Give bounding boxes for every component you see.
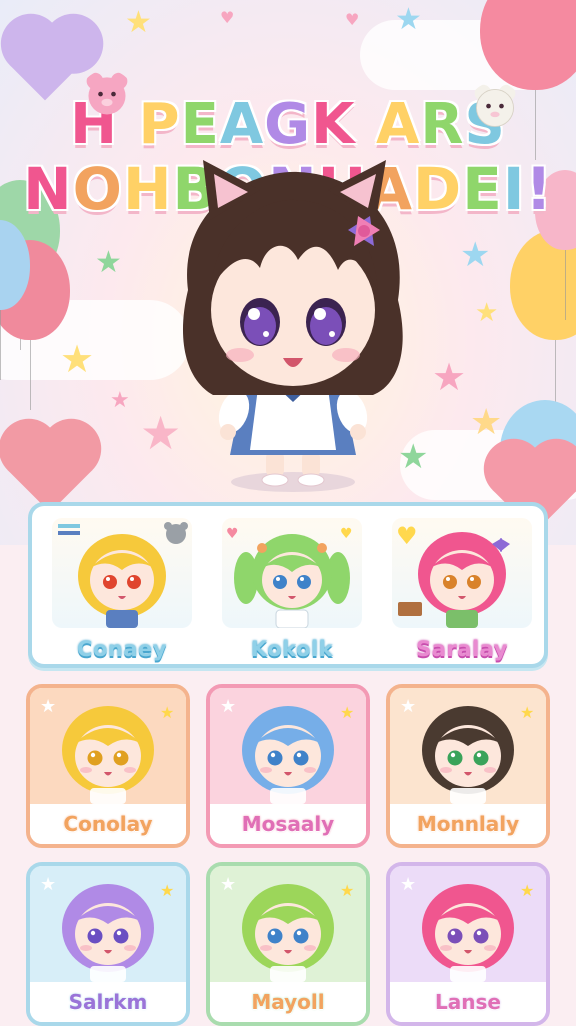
character-face: ★ ★ bbox=[220, 874, 354, 982]
character-slot[interactable]: Conaey bbox=[42, 516, 202, 661]
character-name: Salrkm bbox=[30, 982, 186, 1022]
character-name: Saralay bbox=[416, 637, 508, 661]
star-icon: ★ bbox=[60, 337, 95, 381]
character-card[interactable]: ★ ★ Mayoll bbox=[206, 862, 370, 1026]
star-icon: ★ bbox=[475, 298, 499, 328]
character-name: Kokolk bbox=[250, 637, 334, 661]
svg-text:★: ★ bbox=[520, 703, 534, 722]
star-icon: ★ bbox=[395, 2, 422, 37]
character-face: ★ ★ bbox=[40, 696, 174, 804]
character-face: ♥ ♥ bbox=[226, 526, 353, 628]
svg-text:♥: ♥ bbox=[226, 526, 239, 542]
character-portrait: ★ ★ bbox=[210, 866, 366, 982]
star-icon: ★ bbox=[460, 235, 491, 275]
character-name: Conaey bbox=[77, 637, 167, 661]
character-card[interactable]: ★ ★ Lanse bbox=[386, 862, 550, 1026]
character-face bbox=[58, 522, 188, 628]
character-name: Conolay bbox=[30, 804, 186, 844]
heart-balloon-icon bbox=[7, 427, 93, 513]
character-slot[interactable]: ♥ ♥ Kokolk bbox=[212, 516, 372, 661]
character-name: Monnlaly bbox=[390, 804, 546, 844]
character-name: Mosaaly bbox=[210, 804, 366, 844]
character-portrait: ★ ★ bbox=[390, 688, 546, 804]
hero-banner: ★ ★ ♥ ♥ ★ ★ ★ ★ ★ ★ ★ ★ ★ H PEAGK ARS NO… bbox=[0, 0, 576, 545]
star-icon: ★ bbox=[125, 5, 152, 40]
character-card[interactable]: ★ ★ Conolay bbox=[26, 684, 190, 848]
character-portrait: ★ ★ bbox=[30, 688, 186, 804]
star-icon: ★ bbox=[470, 402, 503, 443]
heart-icon: ♥ bbox=[220, 8, 235, 27]
character-card[interactable]: ★ ★ Mosaaly bbox=[206, 684, 370, 848]
svg-text:★: ★ bbox=[220, 874, 236, 895]
svg-text:★: ★ bbox=[340, 703, 354, 722]
svg-text:★: ★ bbox=[220, 696, 236, 717]
character-name: Mayoll bbox=[210, 982, 366, 1022]
character-card[interactable]: ★ ★ Salrkm bbox=[26, 862, 190, 1026]
character-face: ★ ★ bbox=[40, 874, 174, 982]
bear-mascot-icon bbox=[474, 84, 516, 127]
character-face: ★ ★ bbox=[400, 696, 534, 804]
star-icon: ★ bbox=[110, 388, 130, 413]
featured-character[interactable] bbox=[148, 150, 438, 495]
character-slot[interactable]: ♥ Saralay bbox=[382, 516, 542, 661]
character-card[interactable]: ★ ★ Monnlaly bbox=[386, 684, 550, 848]
featured-characters-panel: Conaey ♥ ♥ Kokolk ♥ Saralay bbox=[28, 502, 548, 668]
svg-text:★: ★ bbox=[40, 874, 56, 895]
svg-text:★: ★ bbox=[40, 696, 56, 717]
svg-text:★: ★ bbox=[400, 696, 416, 717]
character-face: ★ ★ bbox=[220, 696, 354, 804]
character-portrait: ★ ★ bbox=[210, 688, 366, 804]
character-portrait: ♥ ♥ bbox=[222, 518, 362, 628]
character-face: ♥ bbox=[396, 522, 510, 628]
svg-text:★: ★ bbox=[340, 881, 354, 900]
star-icon: ★ bbox=[95, 245, 122, 280]
svg-text:♥: ♥ bbox=[340, 526, 353, 542]
character-portrait: ★ ★ bbox=[390, 866, 546, 982]
svg-text:★: ★ bbox=[400, 874, 416, 895]
bear-mascot-icon bbox=[86, 72, 128, 115]
svg-text:★: ★ bbox=[160, 881, 174, 900]
svg-text:★: ★ bbox=[520, 881, 534, 900]
character-name: Lanse bbox=[390, 982, 546, 1022]
svg-text:★: ★ bbox=[160, 703, 174, 722]
heart-icon: ♥ bbox=[345, 10, 360, 29]
character-portrait bbox=[52, 518, 192, 628]
svg-text:♥: ♥ bbox=[396, 522, 418, 550]
character-face: ★ ★ bbox=[400, 874, 534, 982]
heart-balloon-icon bbox=[9, 29, 81, 101]
character-portrait: ♥ bbox=[392, 518, 532, 628]
character-portrait: ★ ★ bbox=[30, 866, 186, 982]
